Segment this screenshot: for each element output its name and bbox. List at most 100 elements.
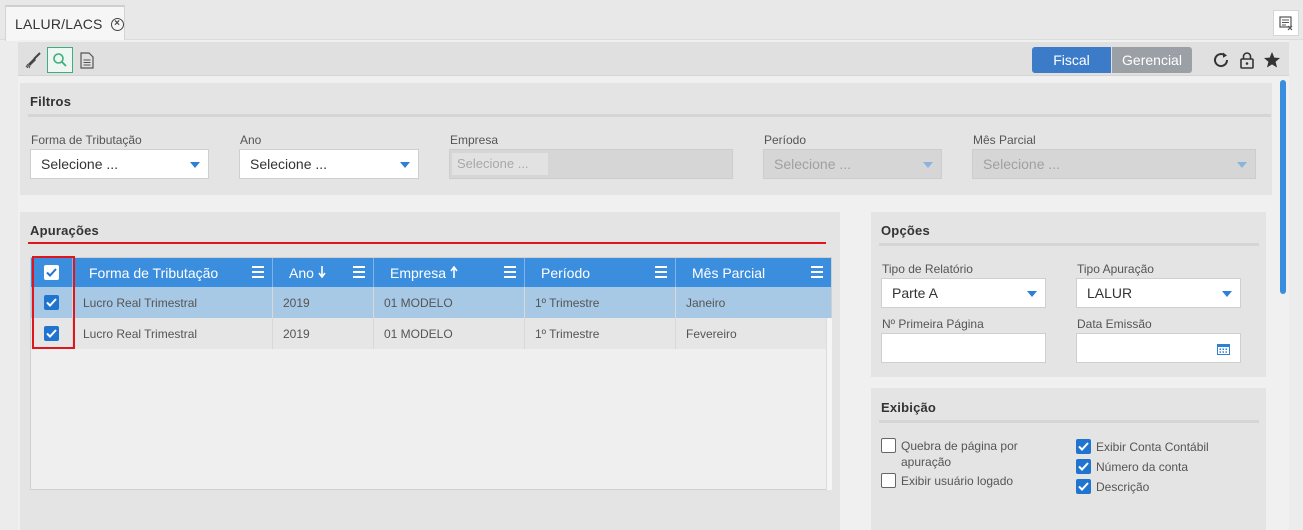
exibir-conta-checkbox[interactable] (1076, 439, 1091, 454)
sort-descending-icon (318, 265, 326, 281)
exibir-conta-option[interactable]: Exibir Conta Contábil (1076, 439, 1209, 455)
filtros-section: Filtros Forma de Tributação Selecione ..… (20, 83, 1272, 195)
cell-forma: Lucro Real Trimestral (73, 318, 273, 349)
cell-periodo: 1º Trimestre (525, 318, 676, 349)
exibir-conta-label: Exibir Conta Contábil (1096, 440, 1209, 454)
quebra-pagina-checkbox[interactable] (881, 438, 896, 453)
column-label: Empresa (390, 264, 447, 281)
ano-select[interactable]: Selecione ... (239, 149, 419, 179)
highlight-underline (28, 242, 826, 244)
exibicao-section: Exibição Quebra de página por apuração E… (871, 388, 1266, 530)
tipo-relatorio-select[interactable]: Parte A (881, 278, 1046, 308)
tipo-relatorio-value: Parte A (892, 285, 938, 301)
column-menu-icon[interactable] (252, 266, 264, 278)
column-header-forma[interactable]: Forma de Tributação (73, 258, 273, 287)
tab-bar: LALUR/LACS × (0, 0, 1303, 41)
mes-parcial-label: Mês Parcial (973, 133, 1036, 147)
empresa-label: Empresa (450, 133, 499, 147)
descricao-option[interactable]: Descrição (1076, 479, 1149, 495)
column-label: Forma de Tributação (89, 264, 219, 281)
opcoes-section: Opções Tipo de Relatório Parte A Tipo Ap… (871, 212, 1266, 377)
periodo-label: Período (764, 133, 807, 147)
numero-conta-option[interactable]: Número da conta (1076, 459, 1188, 475)
table-row[interactable]: Lucro Real Trimestral 2019 01 MODELO 1º … (31, 318, 831, 349)
tipo-apuracao-label: Tipo Apuração (1077, 262, 1154, 276)
numero-conta-checkbox[interactable] (1076, 459, 1091, 474)
primeira-pagina-input[interactable] (881, 333, 1046, 363)
cell-empresa: 01 MODELO (374, 287, 525, 318)
divider (28, 114, 1271, 117)
column-header-mes-parcial[interactable]: Mês Parcial (676, 258, 831, 287)
column-header-periodo[interactable]: Período (525, 258, 676, 287)
sort-ascending-icon (450, 265, 458, 281)
descricao-checkbox[interactable] (1076, 479, 1091, 494)
primeira-pagina-label: Nº Primeira Página (882, 317, 984, 331)
exibir-usuario-label: Exibir usuário logado (901, 474, 1014, 488)
exibir-usuario-checkbox[interactable] (881, 473, 896, 488)
close-tab-icon[interactable]: × (110, 17, 124, 31)
column-menu-icon[interactable] (353, 266, 365, 278)
window-list-icon[interactable] (1273, 10, 1299, 36)
page-scrollbar[interactable] (1280, 80, 1286, 294)
column-header-ano[interactable]: Ano (273, 258, 374, 287)
forma-tributacao-select[interactable]: Selecione ... (30, 149, 209, 179)
column-menu-icon[interactable] (655, 266, 667, 278)
divider (879, 420, 1259, 423)
table-row[interactable]: Lucro Real Trimestral 2019 01 MODELO 1º … (31, 287, 831, 318)
cell-empresa: 01 MODELO (374, 318, 525, 349)
star-icon[interactable] (1262, 50, 1282, 70)
descricao-label: Descrição (1096, 480, 1150, 494)
chevron-down-icon (1222, 291, 1232, 297)
tab-lalur-lacs[interactable]: LALUR/LACS × (5, 5, 125, 41)
cell-ano: 2019 (273, 287, 374, 318)
gerencial-button[interactable]: Gerencial (1112, 47, 1192, 73)
mes-parcial-value: Selecione ... (983, 156, 1061, 172)
apuracoes-grid: Forma de Tributação Ano Empresa Período … (30, 257, 832, 490)
cell-mes: Janeiro (686, 295, 726, 310)
tipo-apuracao-select[interactable]: LALUR (1076, 278, 1241, 308)
apuracoes-title: Apurações (30, 223, 99, 238)
empresa-select[interactable]: Selecione ... (449, 149, 733, 179)
opcoes-title: Opções (881, 223, 930, 238)
chevron-down-icon (923, 162, 933, 168)
tab-label: LALUR/LACS (15, 16, 103, 32)
data-emissao-label: Data Emissão (1077, 317, 1152, 331)
mes-parcial-select[interactable]: Selecione ... (972, 149, 1256, 179)
calendar-icon[interactable] (1217, 343, 1230, 358)
broom-icon[interactable] (21, 47, 47, 73)
column-menu-icon[interactable] (811, 266, 823, 278)
forma-tributacao-label: Forma de Tributação (31, 133, 142, 147)
column-label: Mês Parcial (692, 264, 766, 281)
empresa-value: Selecione ... (452, 153, 548, 175)
chevron-down-icon (190, 162, 200, 168)
column-header-empresa[interactable]: Empresa (374, 258, 525, 287)
cell-ano: 2019 (273, 318, 374, 349)
highlight-box (32, 256, 75, 349)
lock-icon[interactable] (1237, 50, 1257, 70)
periodo-select[interactable]: Selecione ... (763, 149, 942, 179)
ano-label: Ano (240, 133, 262, 147)
data-emissao-input[interactable] (1076, 333, 1241, 363)
exibicao-title: Exibição (881, 400, 937, 415)
toolbar: Fiscal Gerencial (18, 42, 1289, 76)
quebra-pagina-label: Quebra de página por apuração (901, 439, 1018, 469)
document-icon[interactable] (74, 47, 100, 73)
exibir-usuario-option[interactable]: Exibir usuário logado (881, 473, 1013, 489)
column-menu-icon[interactable] (504, 266, 516, 278)
chevron-down-icon (1237, 162, 1247, 168)
column-label: Ano (289, 264, 314, 281)
ano-value: Selecione ... (250, 156, 328, 172)
cell-periodo: 1º Trimestre (525, 287, 676, 318)
quebra-pagina-option[interactable]: Quebra de página por apuração (881, 438, 1061, 470)
main-panel: Fiscal Gerencial Filtros Forma de Tribut… (18, 40, 1289, 530)
search-icon[interactable] (47, 47, 73, 73)
grid-scrollbar[interactable] (826, 318, 832, 490)
fiscal-button[interactable]: Fiscal (1032, 47, 1111, 73)
numero-conta-label: Número da conta (1096, 460, 1189, 474)
column-label: Período (541, 264, 591, 281)
forma-tributacao-value: Selecione ... (41, 156, 119, 172)
filtros-title: Filtros (30, 94, 72, 109)
refresh-icon[interactable] (1211, 50, 1231, 70)
apuracoes-section: Apurações Forma de Tributação Ano Empres… (20, 212, 840, 530)
divider (879, 243, 1259, 246)
